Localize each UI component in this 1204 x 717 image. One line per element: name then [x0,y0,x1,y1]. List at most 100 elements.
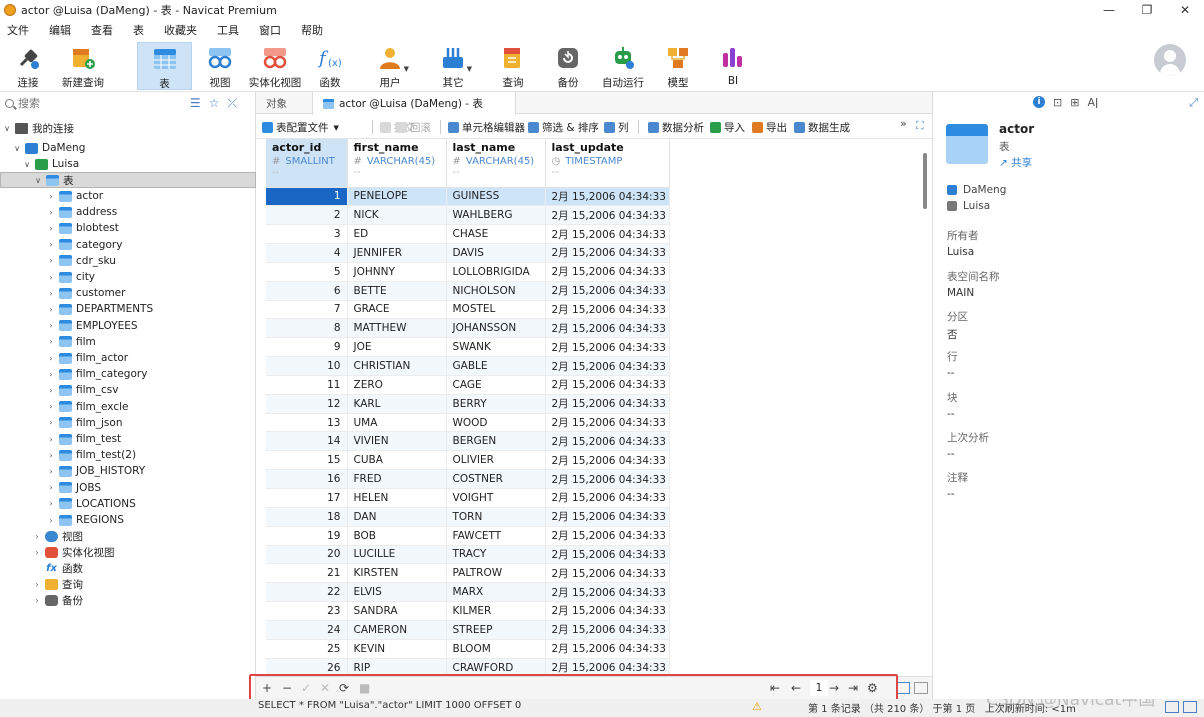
table-cell[interactable]: CAGE [446,375,546,395]
table-cell[interactable]: SWANK [446,337,546,358]
table-cell[interactable]: JENNIFER [347,243,447,263]
tree-folder-functions[interactable]: fx 函数 [0,560,256,576]
more-tools-icon[interactable]: » [900,117,907,130]
maximize-button[interactable]: ❐ [1128,0,1166,20]
table-cell[interactable]: 23 [266,601,348,621]
rollback-button[interactable]: 回滚 [396,120,431,135]
table-cell[interactable]: 24 [266,620,348,640]
share-link[interactable]: ↗ 共享 [999,155,1032,170]
ddl-icon[interactable]: ⊡ [1053,96,1062,109]
chevron-right-icon[interactable]: › [46,208,56,217]
table-cell[interactable]: 2月 15,2006 04:34:33 AM [545,318,670,339]
ai-icon[interactable]: Aǀ [1087,96,1098,109]
data-analysis-button[interactable]: 数据分析 [648,120,704,135]
table-cell[interactable]: 2月 15,2006 04:34:33 AM [545,450,670,471]
table-row[interactable]: 13UMAWOOD2月 15,2006 04:34:33 AM [266,413,670,433]
chevron-right-icon[interactable]: › [46,370,56,379]
table-cell[interactable]: 2月 15,2006 04:34:33 AM [545,469,670,489]
table-cell[interactable]: 2月 15,2006 04:34:33 AM [545,563,670,584]
tree-folder-views[interactable]: › 视图 [0,528,256,544]
table-cell[interactable]: 12 [266,394,348,414]
menu-file[interactable]: 文件 [7,22,29,38]
table-cell[interactable]: 18 [266,507,348,527]
table-cell[interactable]: PALTROW [446,563,546,584]
menu-help[interactable]: 帮助 [301,22,323,38]
favorite-star-icon[interactable]: ☆ [209,96,220,111]
table-cell[interactable]: 10 [266,356,348,376]
table-cell[interactable]: 17 [266,488,348,508]
table-cell[interactable]: FRED [347,469,447,489]
table-cell[interactable]: 2月 15,2006 04:34:33 AM [545,413,670,433]
table-cell[interactable]: SANDRA [347,601,447,621]
table-row[interactable]: 24CAMERONSTREEP2月 15,2006 04:34:33 AM [266,620,670,640]
table-cell[interactable]: STREEP [446,620,546,640]
table-cell[interactable]: CHRISTIAN [347,356,447,376]
tree-table-item[interactable]: › JOBS [0,480,256,496]
table-cell[interactable]: VOIGHT [446,488,546,508]
chevron-right-icon[interactable]: › [46,402,56,411]
table-row[interactable]: 3EDCHASE2月 15,2006 04:34:33 AM [266,224,670,245]
tree-table-item[interactable]: › actor [0,188,256,204]
user-avatar[interactable] [1154,44,1186,76]
table-cell[interactable]: 2月 15,2006 04:34:33 AM [545,620,670,640]
tree-table-item[interactable]: › film_excle [0,399,256,415]
export-button[interactable]: 导出 [752,120,787,135]
table-cell[interactable]: 8 [266,318,348,339]
table-row[interactable]: 16FREDCOSTNER2月 15,2006 04:34:33 AM [266,469,670,489]
table-cell[interactable]: PENELOPE [347,187,447,207]
table-cell[interactable]: DAN [347,507,447,527]
table-cell[interactable]: BETTE [347,281,447,301]
table-cell[interactable]: 4 [266,243,348,263]
table-cell[interactable]: 5 [266,262,348,282]
table-row[interactable]: 7GRACEMOSTEL2月 15,2006 04:34:33 AM [266,300,670,320]
tree-table-item[interactable]: › blobtest [0,220,256,236]
table-cell[interactable]: 22 [266,582,348,603]
table-cell[interactable]: CHASE [446,224,546,245]
table-row[interactable]: 26RIPCRAWFORD2月 15,2006 04:34:33 AM [266,658,670,675]
table-cell[interactable]: 2月 15,2006 04:34:33 AM [545,545,670,565]
bi-button[interactable]: BI [718,42,748,90]
chevron-right-icon[interactable]: › [46,224,56,233]
menu-view[interactable]: 查看 [91,22,113,38]
table-cell[interactable]: 2 [266,205,348,226]
table-cell[interactable]: JOHANSSON [446,318,546,339]
table-cell[interactable]: 2月 15,2006 04:34:33 AM [545,601,670,621]
table-cell[interactable]: NICK [347,205,447,226]
table-button[interactable]: 表 [137,42,192,90]
table-cell[interactable]: 2月 15,2006 04:34:33 AM [545,281,670,301]
table-cell[interactable]: 6 [266,281,348,301]
chevron-right-icon[interactable]: › [46,273,56,282]
tree-table-item[interactable]: › JOB_HISTORY [0,463,256,479]
table-cell[interactable]: 21 [266,563,348,584]
table-cell[interactable]: DAVIS [446,243,546,263]
tree-table-item[interactable]: › city [0,269,256,285]
table-cell[interactable]: JOHNNY [347,262,447,282]
table-row[interactable]: 5JOHNNYLOLLOBRIGIDA2月 15,2006 04:34:33 A… [266,262,670,282]
table-cell[interactable]: 2月 15,2006 04:34:33 AM [545,375,670,395]
table-cell[interactable]: 2月 15,2006 04:34:33 AM [545,300,670,320]
table-cell[interactable]: 25 [266,639,348,659]
chevron-right-icon[interactable]: › [46,516,56,525]
table-row[interactable]: 15CUBAOLIVIER2月 15,2006 04:34:33 AM [266,450,670,471]
warning-icon[interactable]: ⚠ [752,700,762,713]
table-row[interactable]: 22ELVISMARX2月 15,2006 04:34:33 AM [266,582,670,603]
tree-table-item[interactable]: › category [0,237,256,253]
table-row[interactable]: 8MATTHEWJOHANSSON2月 15,2006 04:34:33 AM [266,318,670,339]
table-cell[interactable]: 2月 15,2006 04:34:33 AM [545,582,670,603]
table-cell[interactable]: WAHLBERG [446,205,546,226]
preview-icon[interactable]: ⊞ [1070,96,1079,109]
chevron-right-icon[interactable]: › [46,192,56,201]
chevron-right-icon[interactable]: › [46,499,56,508]
navigation-search-input[interactable] [18,96,168,110]
layout-toggle-icon[interactable] [1183,701,1197,713]
table-cell[interactable]: KEVIN [347,639,447,659]
table-cell[interactable]: 20 [266,545,348,565]
materialized-view-button[interactable]: 实体化视图 [248,42,302,90]
tree-table-item[interactable]: › DEPARTMENTS [0,301,256,317]
chevron-right-icon[interactable]: › [46,386,56,395]
table-cell[interactable]: BLOOM [446,639,546,659]
table-row[interactable]: 20LUCILLETRACY2月 15,2006 04:34:33 AM [266,545,670,565]
table-cell[interactable]: HELEN [347,488,447,508]
table-cell[interactable]: 7 [266,300,348,320]
chevron-right-icon[interactable]: › [46,435,56,444]
